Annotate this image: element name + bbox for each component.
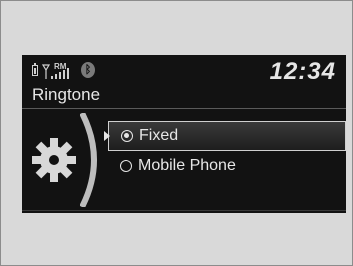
option-label: Mobile Phone <box>138 157 236 174</box>
settings-panel <box>22 113 112 207</box>
battery-icon <box>32 63 38 76</box>
display-screen: RM ᛒ 12:34 Ringtone Fixed Mobile Phone <box>22 55 346 213</box>
status-bar: RM ᛒ 12:34 <box>22 55 346 89</box>
radio-checked-icon <box>121 130 133 142</box>
signal-label: RM <box>54 62 67 71</box>
clock: 12:34 <box>269 58 336 85</box>
figure-frame: RM ᛒ 12:34 Ringtone Fixed Mobile Phone <box>0 0 353 266</box>
menu-arc-icon <box>80 113 97 207</box>
page-title: Ringtone <box>32 85 101 104</box>
option-label: Fixed <box>139 127 179 144</box>
gear-icon <box>32 138 76 182</box>
bottom-divider <box>22 210 346 211</box>
ringtone-option-list: Fixed Mobile Phone <box>104 121 346 181</box>
radio-unchecked-icon <box>120 160 132 172</box>
option-mobile-phone[interactable]: Mobile Phone <box>108 151 346 181</box>
option-fixed[interactable]: Fixed <box>104 121 346 151</box>
signal-strength-icon: RM <box>42 62 76 80</box>
header-divider <box>22 108 346 109</box>
bluetooth-icon: ᛒ <box>81 62 95 78</box>
selection-arrow-icon <box>104 131 110 141</box>
